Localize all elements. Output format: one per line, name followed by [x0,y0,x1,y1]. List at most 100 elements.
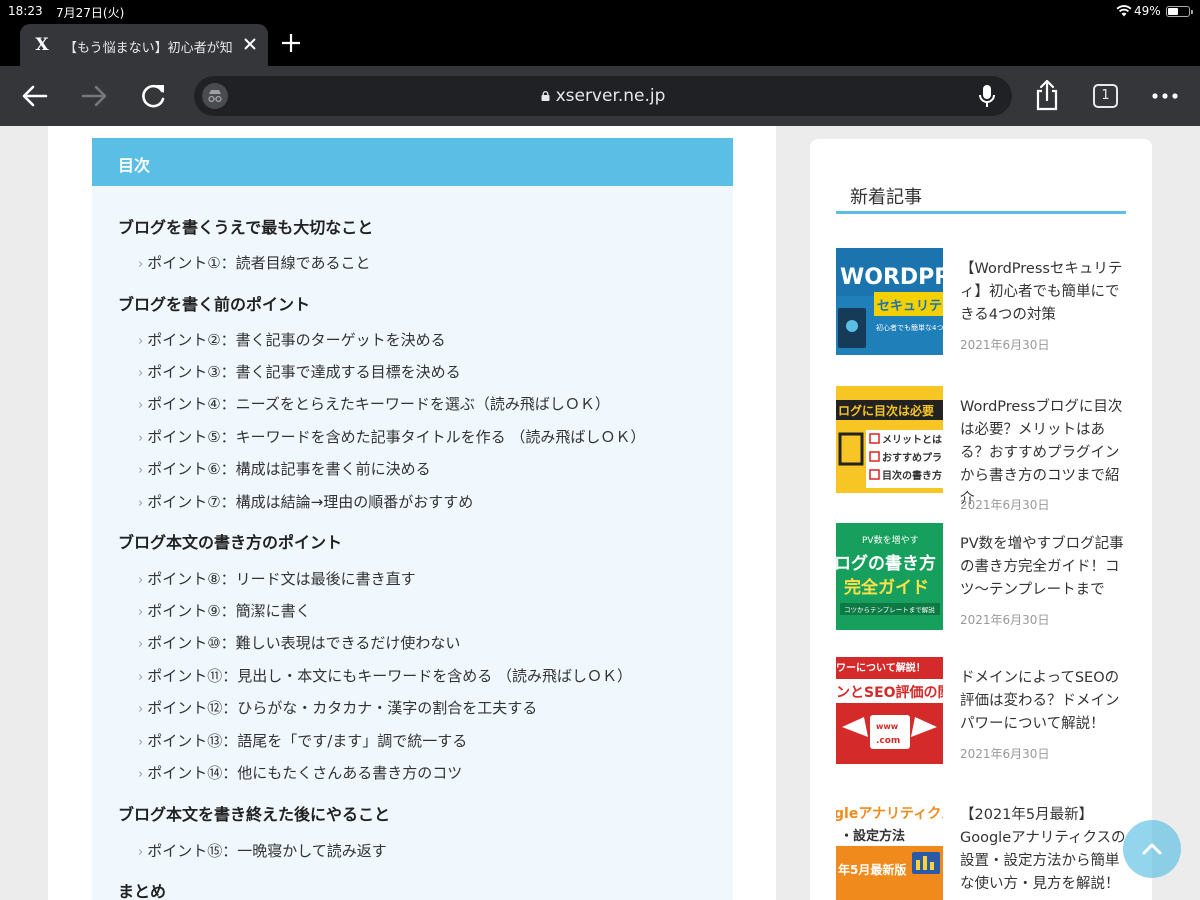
reload-icon[interactable] [139,82,169,110]
new-tab-icon[interactable] [280,32,302,54]
chevron-right-icon: › [138,845,144,860]
toc-section-link[interactable]: ブログを書くうえで最も大切なこと [118,214,373,238]
svg-text:コツからテンプレートまで解説: コツからテンプレートまで解説 [844,605,935,614]
address-bar[interactable]: xserver.ne.jp [194,76,1012,116]
svg-text:初心者でも簡単な4つ: 初心者でも簡単な4つ [876,323,943,332]
clock: 18:23 [8,4,43,18]
svg-text:ワーについて解説！: ワーについて解説！ [836,661,926,674]
web-page: 目次 ブログを書くうえで最も大切なこと › ポイント①：読者目線であること ブログを書… [0,126,1200,900]
toc-subsection-link[interactable]: › ポイント⑫：ひらがな・カタカナ・漢字の割合を工夫する [138,697,537,718]
toc-item-text: ポイント⑫：ひらがな・カタカナ・漢字の割合を工夫する [147,699,538,717]
chevron-right-icon: › [138,398,144,413]
post-thumbnail[interactable]: WORDPRE セキュリティ対初心者でも簡単な4つ [836,248,943,355]
post-title-link[interactable]: 【2021年5月最新】Googleアナリティクスの設置・設定方法から簡単な使い方… [960,804,1130,896]
post-date: 2021年6月30日 [960,498,1050,512]
svg-text:WORDPRE: WORDPRE [840,265,943,290]
tab-strip: X 【もう悩まない】初心者が知 [0,22,1200,66]
toc-item-text: ポイント①：読者目線であること [147,254,371,272]
toc-header: 目次 [92,138,733,186]
toc-subsection-link[interactable]: › ポイント⑬：語尾を「です/ます」調で統一する [138,730,467,751]
sidebar: 新着記事 WORDPRE セキュリティ対初心者でも簡単な4つ 【WordPressセ… [810,139,1152,900]
toc-subsection-link[interactable]: › ポイント⑧：リード文は最後に書き直す [138,568,416,589]
toc-subsection-link[interactable]: › ポイント⑭：他にもたくさんある書き方のコツ [138,762,462,783]
more-menu-icon[interactable] [1150,82,1180,110]
post-thumbnail[interactable]: gleアナリティクス・設定方法年5月最新版 [836,794,943,900]
forward-icon[interactable] [79,82,109,110]
toc-item-text: ブログ本文の書き方のポイント [118,533,343,552]
browser-tab[interactable]: X 【もう悩まない】初心者が知 [20,24,268,66]
post-title-link[interactable]: 【WordPressセキュリティ】初心者でも簡単にできる4つの対策 [960,258,1130,327]
svg-text:おすすめプラ: おすすめプラ [882,451,942,464]
post-thumbnail[interactable]: ワーについて解説！ ンとSEO評価の関係 www .com [836,657,943,764]
svg-text:gleアナリティクス: gleアナリティクス [836,806,943,822]
toc-subsection-link[interactable]: › ポイント⑮：一晩寝かして読み返す [138,840,387,861]
svg-text:年5月最新版: 年5月最新版 [838,862,906,877]
browser-toolbar: xserver.ne.jp 1 [0,66,1200,126]
toc-item-text: ポイント⑧：リード文は最後に書き直す [147,570,416,588]
scroll-to-top-button[interactable] [1123,820,1181,878]
toc-section-link[interactable]: ブログ本文を書き終えた後にやること [118,801,390,825]
post-title-link[interactable]: PV数を増やすブログ記事の書き方完全ガイド！コツ〜テンプレートまで [960,533,1130,602]
toc-subsection-link[interactable]: › ポイント①：読者目線であること [138,252,371,273]
post-title-link[interactable]: WordPressブログに目次は必要？メリットはある？おすすめプラグインから書き… [960,396,1130,511]
chevron-right-icon: › [138,670,144,685]
svg-text:ログに目次は必要: ログに目次は必要 [838,403,934,418]
chevron-right-icon: › [138,496,144,511]
toc-subsection-link[interactable]: › ポイント⑨：簡潔に書く [138,600,311,621]
toc-subsection-link[interactable]: › ポイント④：ニーズをとらえたキーワードを選ぶ（読み飛ばしＯＫ） [138,393,610,414]
chevron-right-icon: › [138,637,144,652]
toc-section-link[interactable]: まとめ [118,878,166,900]
sidebar-title: 新着記事 [850,187,922,208]
toc-section-link[interactable]: ブログを書く前のポイント [118,291,310,315]
chevron-right-icon: › [138,605,144,620]
post-date: 2021年6月30日 [960,613,1050,627]
toc-subsection-link[interactable]: › ポイント②：書く記事のターゲットを決める [138,329,446,350]
svg-text:PV数を増やす: PV数を増やす [862,534,919,546]
battery-percent: 49% [1134,4,1161,18]
svg-text:.com: .com [876,736,900,746]
toc-subsection-link[interactable]: › ポイント⑩：難しい表現はできるだけ使わない [138,632,460,653]
post-thumbnail[interactable]: ログに目次は必要 メリットとは おすすめプラ 目次の書き方 [836,386,943,493]
svg-text:ンとSEO評価の関係: ンとSEO評価の関係 [836,684,943,701]
svg-text:ログの書き方: ログの書き方 [836,553,936,574]
close-icon[interactable] [242,36,258,52]
chevron-right-icon: › [138,366,144,381]
tab-switcher-button[interactable]: 1 [1093,84,1118,108]
chevron-right-icon: › [138,431,144,446]
toc-item-text: ポイント⑪：見出し・本文にもキーワードを含める （読み飛ばしＯＫ） [147,667,632,685]
back-icon[interactable] [20,82,50,110]
tab-title: 【もう悩まない】初心者が知 [64,41,233,56]
post-date: 2021年6月30日 [960,747,1050,761]
microphone-icon[interactable] [978,84,996,108]
toc-subsection-link[interactable]: › ポイント⑤：キーワードを含めた記事タイトルを作る （読み飛ばしＯＫ） [138,426,645,447]
toc-subsection-link[interactable]: › ポイント⑪：見出し・本文にもキーワードを含める （読み飛ばしＯＫ） [138,665,632,686]
date: 7月27日(火) [56,6,125,20]
toc-item-text: ポイント④：ニーズをとらえたキーワードを選ぶ（読み飛ばしＯＫ） [147,395,610,413]
toc-title: 目次 [118,156,151,175]
wifi-icon [1116,5,1132,17]
svg-text:・設定方法: ・設定方法 [840,828,905,844]
toc-subsection-link[interactable]: › ポイント⑦：構成は結論→理由の順番がおすすめ [138,491,473,512]
chevron-right-icon: › [138,257,144,272]
chevron-right-icon: › [138,735,144,750]
toc-item-text: ポイント⑦：構成は結論→理由の順番がおすすめ [147,493,474,511]
chevron-right-icon: › [138,463,144,478]
toc-item-text: ポイント③：書く記事で達成する目標を決める [147,363,461,381]
toc-subsection-link[interactable]: › ポイント⑥：構成は記事を書く前に決める [138,458,431,479]
toc-item-text: ポイント②：書く記事のターゲットを決める [147,331,446,349]
svg-text:完全ガイド: 完全ガイド [844,577,929,598]
post-title-link[interactable]: ドメインによってSEOの評価は変わる？ドメインパワーについて解説！ [960,667,1130,736]
sidebar-title-underline [836,211,1126,214]
share-icon[interactable] [1032,78,1062,112]
toc-item-text: ポイント⑭：他にもたくさんある書き方のコツ [147,764,463,782]
toc-item-text: ポイント⑨：簡潔に書く [147,602,311,620]
chevron-right-icon: › [138,767,144,782]
chevron-right-icon: › [138,573,144,588]
toc-subsection-link[interactable]: › ポイント③：書く記事で達成する目標を決める [138,361,461,382]
post-thumbnail[interactable]: PV数を増やすログの書き方 完全ガイドコツからテンプレートまで解説 [836,523,943,630]
toc-item-text: ポイント⑬：語尾を「です/ます」調で統一する [147,732,468,750]
toc-item-text: まとめ [118,882,167,900]
chevron-right-icon: › [138,702,144,717]
svg-text:www: www [876,722,899,731]
toc-section-link[interactable]: ブログ本文の書き方のポイント [118,529,342,553]
